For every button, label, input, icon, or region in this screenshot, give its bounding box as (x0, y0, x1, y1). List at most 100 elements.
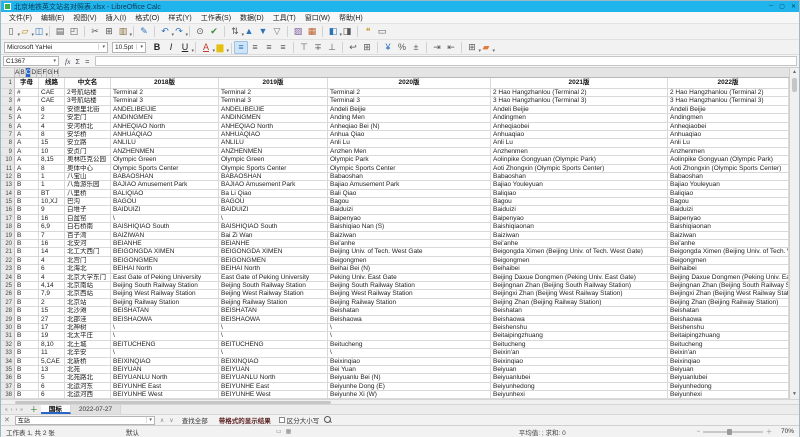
cell-2022[interactable]: 2 Hao Hangzhanlou (Terminal 2) (668, 89, 789, 97)
cell-line[interactable]: 10,XJ (39, 198, 65, 206)
cell-2022[interactable]: Baliqiao (668, 190, 789, 198)
cell-2018[interactable]: ANDELIBEIJIE (111, 106, 219, 114)
menu-item[interactable]: 帮助(H) (335, 12, 367, 24)
cell-2018[interactable]: BEIHAI North (111, 265, 219, 273)
cell-chinese-name[interactable]: 北土城 (65, 341, 111, 349)
cell-2020[interactable]: Olympic Park (328, 156, 491, 164)
cell-letter[interactable]: B (15, 198, 39, 206)
cell-2019[interactable]: BABAOSHAN (219, 173, 328, 181)
cell-line[interactable]: 2 (39, 299, 65, 307)
cell-letter[interactable]: A (15, 156, 39, 164)
row-number[interactable]: 33 (1, 349, 15, 357)
cell-2019[interactable]: Bai Zi Wan (219, 232, 328, 240)
cell-chinese-name[interactable]: 北宫门 (65, 257, 111, 265)
cell-2019[interactable]: \ (219, 215, 328, 223)
cell-chinese-name[interactable]: 安德里北街 (65, 106, 111, 114)
cell-letter[interactable]: B (15, 181, 39, 189)
font-name-combo[interactable]: Microsoft YaHei ▾ (4, 42, 108, 53)
cell-2019[interactable]: ANDINGMEN (219, 114, 328, 122)
menu-item[interactable]: 视图(V) (69, 12, 100, 24)
cell-letter[interactable]: B (15, 307, 39, 315)
scroll-up-icon[interactable]: ▲ (790, 68, 799, 77)
header-letter[interactable]: 字母 (15, 78, 39, 89)
row-number[interactable]: 9 (1, 148, 15, 156)
cell-2021[interactable]: Beijingnan Zhan (Beijing South Railway S… (491, 282, 668, 290)
cell-2018[interactable]: ANLILU (111, 139, 219, 147)
formatted-results-toggle[interactable]: 带格式的显示结果 (216, 415, 274, 425)
cell-2019[interactable]: BAJIAO Amusement Park (219, 181, 328, 189)
cell-line[interactable]: 27 (39, 316, 65, 324)
autofilter-icon[interactable]: ▽ (270, 25, 284, 38)
cell-letter[interactable]: B (15, 349, 39, 357)
cell-2021[interactable]: Bagou (491, 198, 668, 206)
align-justify-icon[interactable]: ≡ (276, 41, 290, 54)
vertical-scrollbar[interactable]: ▲ ▼ (789, 68, 799, 399)
cell-2021[interactable]: Andeli Beijie (491, 106, 668, 114)
row-number[interactable]: 8 (1, 139, 15, 147)
cell-2018[interactable]: Terminal 3 (111, 97, 219, 105)
cell-2019[interactable]: BEIYUNHE East (219, 383, 328, 391)
cell-2019[interactable]: BEIHAI North (219, 265, 328, 273)
spelling-icon[interactable]: ✔ (207, 25, 221, 38)
cell-line[interactable]: 11 (39, 349, 65, 357)
cell-2019[interactable]: BEIYUANLU North (219, 374, 328, 382)
cell-chinese-name[interactable]: 北京南站 (65, 282, 111, 290)
find-replace-icon[interactable]: ⊙ (193, 25, 207, 38)
cell-line[interactable]: BT (39, 190, 65, 198)
cell-2022[interactable]: Beixinqiao (668, 358, 789, 366)
header-2020[interactable]: 2020版 (328, 78, 491, 89)
cell-2019[interactable]: BEIANHE (219, 240, 328, 248)
cell-2020[interactable]: Anli Lu (328, 139, 491, 147)
cell-letter[interactable]: B (15, 282, 39, 290)
cell-chinese-name[interactable]: 北苑 (65, 366, 111, 374)
cell-2019[interactable]: BEISHATAN (219, 307, 328, 315)
row-number[interactable]: 6 (1, 123, 15, 131)
percent-format-icon[interactable]: % (395, 41, 409, 54)
cell-2020[interactable]: Bali Qiao (328, 190, 491, 198)
cell-2020[interactable]: Baiziwan (328, 232, 491, 240)
cell-letter[interactable]: B (15, 374, 39, 382)
cell-line[interactable]: 6 (39, 265, 65, 273)
cell-line[interactable]: 7 (39, 232, 65, 240)
page-style-status[interactable]: 默认 (126, 427, 276, 437)
cell-2020[interactable]: Bajiao Amusement Park (328, 181, 491, 189)
cell-2021[interactable]: Beiyunhexi (491, 391, 668, 399)
wrap-text-icon[interactable]: ↩ (346, 41, 360, 54)
cell-letter[interactable]: A (15, 106, 39, 114)
cell-2022[interactable]: Beihaibei (668, 265, 789, 273)
cell-2018[interactable]: BEIXINQIAO (111, 358, 219, 366)
row-number[interactable]: 24 (1, 274, 15, 282)
row-number[interactable]: 2 (1, 89, 15, 97)
cell-2020[interactable]: Baipenyao (328, 215, 491, 223)
cell-2019[interactable]: Terminal 2 (219, 89, 328, 97)
cell-2018[interactable]: BAJIAO Amusement Park (111, 181, 219, 189)
menu-item[interactable]: 窗口(W) (301, 12, 334, 24)
cell-2022[interactable]: Beixin'an (668, 349, 789, 357)
cell-2022[interactable]: Anli Lu (668, 139, 789, 147)
cell-2021[interactable]: Beishatan (491, 307, 668, 315)
header-2019[interactable]: 2019版 (219, 78, 328, 89)
sheet-tab[interactable]: 2022-07-27 (71, 405, 121, 414)
bold-icon[interactable]: B (150, 41, 164, 54)
cell-2022[interactable]: Aoti Zhongxin (Olympic Sports Center) (668, 165, 789, 173)
cell-2018[interactable]: ANDINGMEN (111, 114, 219, 122)
align-top-icon[interactable]: ⊤ (297, 41, 311, 54)
cell-2020[interactable]: Anheqiao Bei (N) (328, 123, 491, 131)
zoom-out-icon[interactable]: − (696, 429, 700, 435)
cell-letter[interactable]: B (15, 358, 39, 366)
cell-letter[interactable]: B (15, 206, 39, 214)
match-case-checkbox[interactable]: 区分大小写 (279, 415, 320, 425)
sheet-nav-icon[interactable]: « (5, 407, 8, 413)
insert-image-icon[interactable]: ▨ (291, 25, 305, 38)
insert-comment-icon[interactable]: ❝ (361, 25, 375, 38)
row-number[interactable]: 7 (1, 131, 15, 139)
cell-2021[interactable]: Aolinpike Gongyuan (Olympic Park) (491, 156, 668, 164)
equals-icon[interactable]: = (85, 57, 89, 66)
cell-letter[interactable]: B (15, 383, 39, 391)
cell-2022[interactable]: Anheqiaobei (668, 123, 789, 131)
menu-item[interactable]: 工作表(S) (197, 12, 235, 24)
cell-2020[interactable]: Baishiqiao Nan (S) (328, 223, 491, 231)
cell-letter[interactable]: B (15, 223, 39, 231)
cell-line[interactable]: 7,9 (39, 290, 65, 298)
find-next-button[interactable]: ∨ (169, 417, 173, 424)
